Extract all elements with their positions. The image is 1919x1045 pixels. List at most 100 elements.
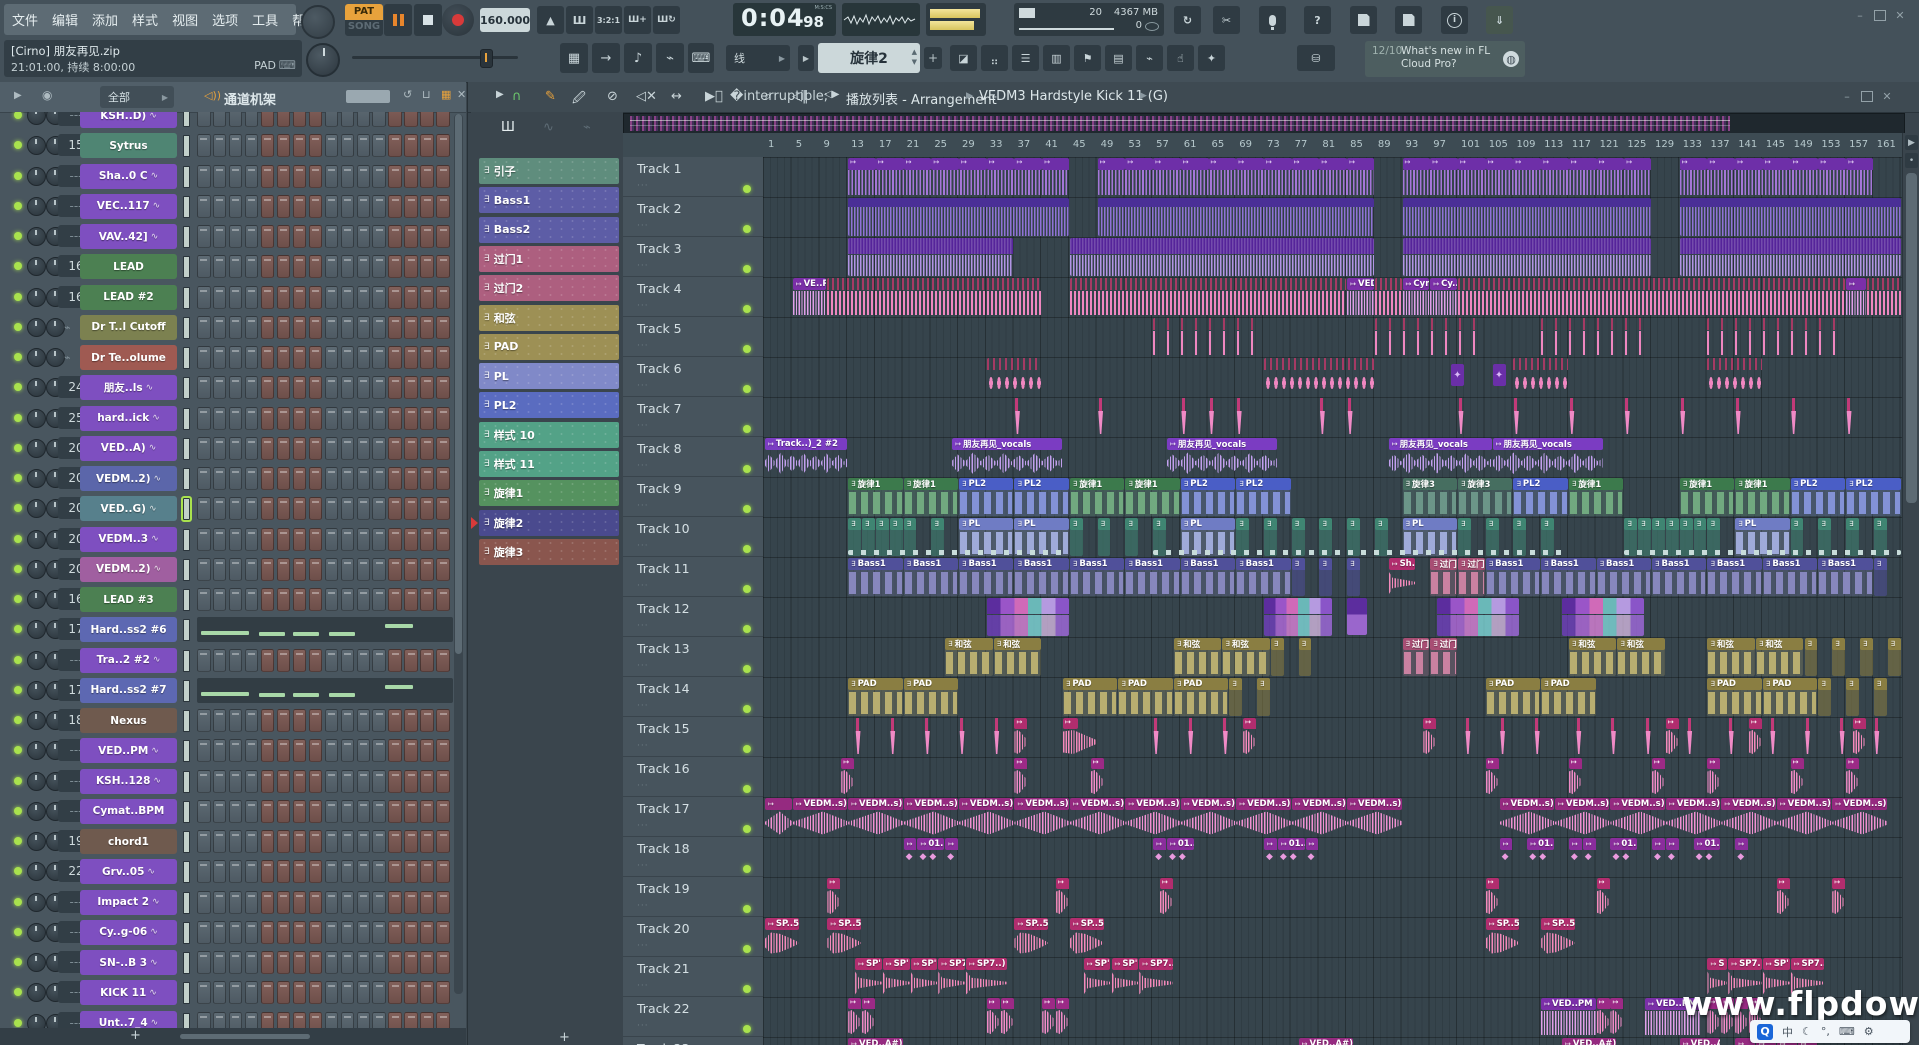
step-cell[interactable] — [245, 891, 259, 914]
channel-mute-indicator[interactable] — [183, 529, 190, 551]
step-cell[interactable] — [341, 800, 355, 823]
track-options[interactable]: ··· — [637, 541, 649, 551]
step-cell[interactable] — [245, 981, 259, 1004]
help-button[interactable]: ? — [1304, 6, 1331, 34]
clip-audio[interactable]: ↦◆ — [1569, 838, 1582, 876]
clip-stab[interactable] — [890, 718, 896, 756]
clip-stab[interactable] — [1458, 398, 1464, 436]
step-cell[interactable] — [197, 830, 211, 853]
clip-audio[interactable]: ↦VED..A#) — [1299, 1038, 1353, 1045]
step-cell[interactable] — [293, 467, 307, 490]
countdown-button[interactable]: 3:2:1 — [595, 6, 622, 34]
picker-panel-button[interactable]: ◪ — [950, 45, 977, 71]
step-cell[interactable] — [325, 739, 339, 762]
track-mute-led[interactable] — [743, 585, 751, 593]
step-cell[interactable] — [325, 497, 339, 520]
step-cell[interactable] — [388, 558, 402, 581]
step-cell[interactable] — [325, 165, 339, 188]
channel-led[interactable] — [14, 625, 22, 633]
playlist-navigator[interactable] — [623, 113, 1905, 135]
step-cell[interactable] — [436, 376, 450, 399]
step-cell[interactable] — [341, 467, 355, 490]
playlist-minimize-button[interactable]: – — [1839, 89, 1855, 103]
pitch-slider-thumb[interactable] — [480, 49, 493, 68]
snap-selector[interactable]: 线 ▶ — [726, 45, 790, 71]
step-cell[interactable] — [388, 739, 402, 762]
step-cell[interactable] — [277, 951, 291, 974]
clip-audio[interactable]: ↦VEDM..s) — [1832, 798, 1886, 836]
track-name[interactable]: Track 14 — [637, 681, 690, 696]
clip-stab[interactable] — [1347, 398, 1353, 436]
step-cell[interactable] — [261, 497, 275, 520]
channel-pan-knob[interactable] — [27, 620, 46, 639]
track-mute-led[interactable] — [743, 665, 751, 673]
step-cell[interactable] — [372, 1012, 386, 1029]
step-cell[interactable] — [341, 255, 355, 278]
channel-mute-indicator[interactable] — [183, 710, 190, 732]
channel-pan-knob[interactable] — [27, 378, 46, 397]
channel-mute-indicator[interactable] — [183, 377, 190, 399]
step-cell[interactable] — [357, 255, 371, 278]
clip-stab[interactable] — [1839, 718, 1845, 756]
clip-pattern-small[interactable]: ∃ — [1874, 678, 1887, 716]
channel-name-button[interactable]: KSH..128∿ — [80, 769, 177, 794]
audio-record-button[interactable] — [1259, 6, 1286, 34]
clip-color-blocks[interactable] — [1437, 598, 1519, 636]
step-cell[interactable] — [341, 1012, 355, 1029]
step-cell[interactable] — [404, 558, 418, 581]
channel-led[interactable] — [14, 656, 22, 664]
clip-stab[interactable] — [1728, 718, 1734, 756]
track-mute-led[interactable] — [743, 785, 751, 793]
step-cell[interactable] — [341, 558, 355, 581]
step-cell[interactable] — [309, 195, 323, 218]
step-cell[interactable] — [213, 497, 227, 520]
channel-led[interactable] — [14, 232, 22, 240]
channel-mute-indicator[interactable] — [183, 892, 190, 914]
step-cell[interactable] — [372, 286, 386, 309]
mute-tool-icon[interactable]: ◁✕ — [636, 89, 657, 104]
step-cell[interactable] — [420, 830, 434, 853]
step-cell[interactable] — [309, 497, 323, 520]
step-cell[interactable] — [261, 981, 275, 1004]
step-cell[interactable] — [229, 467, 243, 490]
step-cell[interactable] — [197, 286, 211, 309]
step-cell[interactable] — [372, 112, 386, 127]
clip-audio[interactable]: ↦ — [765, 798, 792, 836]
step-cell[interactable] — [261, 588, 275, 611]
step-cell[interactable] — [388, 830, 402, 853]
playback-tool-icon[interactable]: ▶⃒ — [705, 89, 723, 104]
step-cell[interactable] — [372, 437, 386, 460]
step-cell[interactable] — [372, 860, 386, 883]
track-mute-led[interactable] — [743, 985, 751, 993]
step-cell[interactable] — [357, 709, 371, 732]
step-cell[interactable] — [277, 165, 291, 188]
clip-audio[interactable]: ↦01..er◆◆ — [1610, 838, 1637, 876]
clip-audio-hit[interactable]: ↦ — [1846, 758, 1859, 796]
step-cell[interactable] — [277, 437, 291, 460]
step-cell[interactable] — [309, 860, 323, 883]
track-mute-led[interactable] — [743, 265, 751, 273]
pat-mode-label[interactable]: PAT — [345, 4, 383, 20]
step-cell[interactable] — [325, 830, 339, 853]
step-cell[interactable] — [277, 800, 291, 823]
step-cell[interactable] — [197, 346, 211, 369]
step-cell[interactable] — [213, 134, 227, 157]
menu-item-工具[interactable]: 工具 — [252, 10, 278, 29]
step-cell[interactable] — [388, 860, 402, 883]
clip-audio[interactable]: ↦SP' — [911, 958, 938, 996]
step-cell[interactable] — [341, 112, 355, 127]
step-cell[interactable] — [245, 255, 259, 278]
step-cell[interactable] — [372, 709, 386, 732]
channel-volume-knob[interactable] — [46, 348, 65, 367]
channel-pan-knob[interactable] — [27, 439, 46, 458]
step-cell[interactable] — [372, 830, 386, 853]
step-cell[interactable] — [436, 649, 450, 672]
channel-name-button[interactable]: VEC..117∿ — [80, 194, 177, 219]
clip-audio[interactable]: ↦◆ — [1735, 838, 1748, 876]
channel-name-button[interactable]: VED..PM∿ — [80, 738, 177, 763]
export-button[interactable] — [1395, 6, 1422, 34]
step-cell[interactable] — [309, 165, 323, 188]
step-cell[interactable] — [404, 800, 418, 823]
clip-pattern[interactable]: ∃和弦 — [1707, 638, 1755, 676]
step-cell[interactable] — [293, 407, 307, 430]
